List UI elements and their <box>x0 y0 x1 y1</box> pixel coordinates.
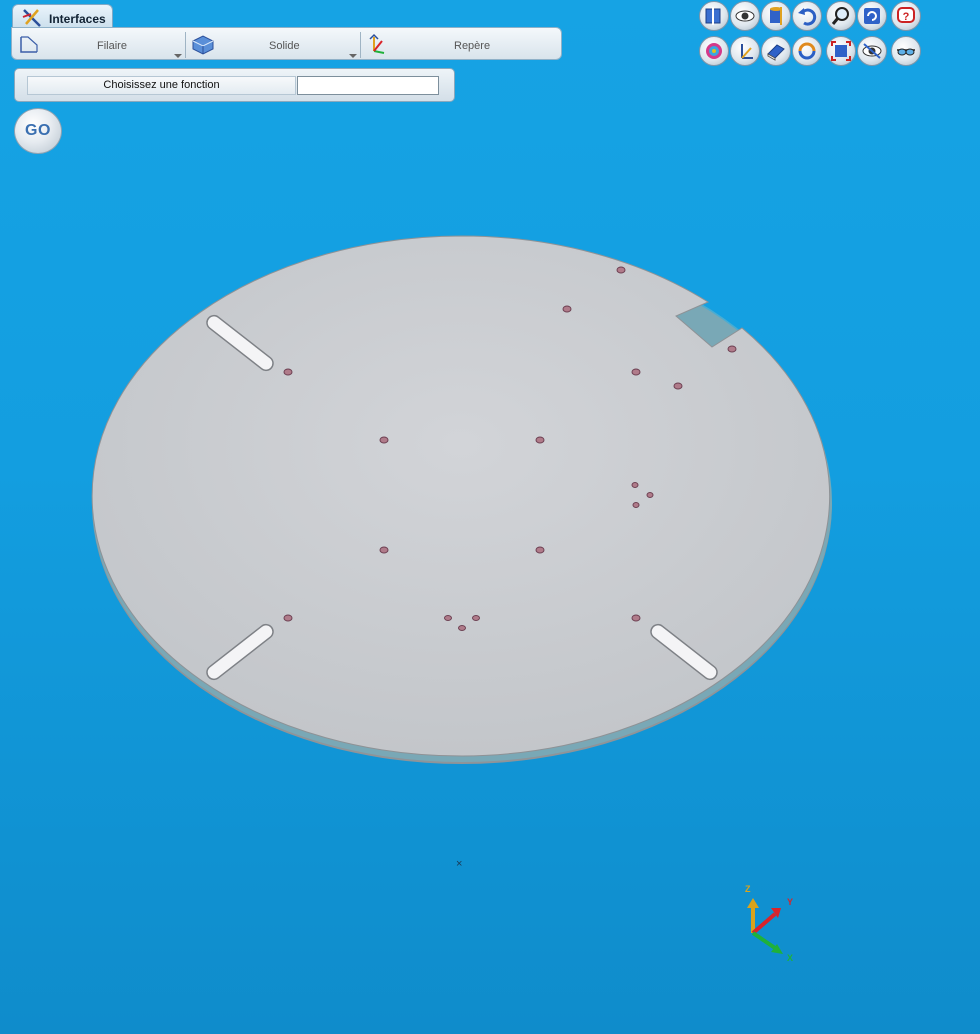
axis-x-label: X <box>787 953 794 963</box>
frame-button[interactable]: Repère <box>362 32 558 58</box>
wireframe-label: Filaire <box>97 40 127 52</box>
rotate-icon[interactable] <box>792 36 822 66</box>
help-icon[interactable]: ? <box>891 1 921 31</box>
axis-frame-icon[interactable] <box>730 36 760 66</box>
chevron-down-icon[interactable] <box>349 54 357 58</box>
fit-view-icon[interactable] <box>826 36 856 66</box>
mode-toolbar: Filaire Solide Repère <box>11 27 562 60</box>
wireframe-button[interactable]: Filaire <box>14 32 184 58</box>
rotation-center-marker: × <box>456 858 463 870</box>
command-bar: Choisissez une fonction <box>14 68 455 102</box>
3d-viewport[interactable] <box>0 0 980 1034</box>
sphere-color-icon[interactable] <box>699 36 729 66</box>
undo-icon[interactable] <box>792 1 822 31</box>
go-button[interactable]: GO <box>14 108 62 154</box>
eye-hide-icon[interactable] <box>857 36 887 66</box>
wireframe-icon <box>18 33 40 60</box>
glasses-icon[interactable] <box>891 36 921 66</box>
eraser-icon[interactable] <box>761 36 791 66</box>
solid-icon <box>191 33 215 60</box>
zoom-icon[interactable] <box>826 1 856 31</box>
cylinder-view-icon[interactable] <box>761 1 791 31</box>
frame-axis-icon <box>366 33 388 60</box>
section-icon[interactable] <box>699 1 729 31</box>
function-prompt: Choisissez une fonction <box>27 76 296 95</box>
chevron-down-icon[interactable] <box>174 54 182 58</box>
tab-label: Interfaces <box>49 12 106 26</box>
solid-button[interactable]: Solide <box>187 32 359 58</box>
axis-y-label: Y <box>787 897 794 907</box>
axis-z-label: Z <box>745 884 751 894</box>
svg-text:?: ? <box>903 11 910 23</box>
circular-plate[interactable] <box>91 235 832 764</box>
solid-label: Solide <box>269 40 300 52</box>
refresh-icon[interactable] <box>857 1 887 31</box>
view-icon[interactable] <box>730 1 760 31</box>
command-input[interactable] <box>297 76 439 95</box>
frame-label: Repère <box>454 40 491 52</box>
axis-triad: Z Y X <box>735 880 805 975</box>
